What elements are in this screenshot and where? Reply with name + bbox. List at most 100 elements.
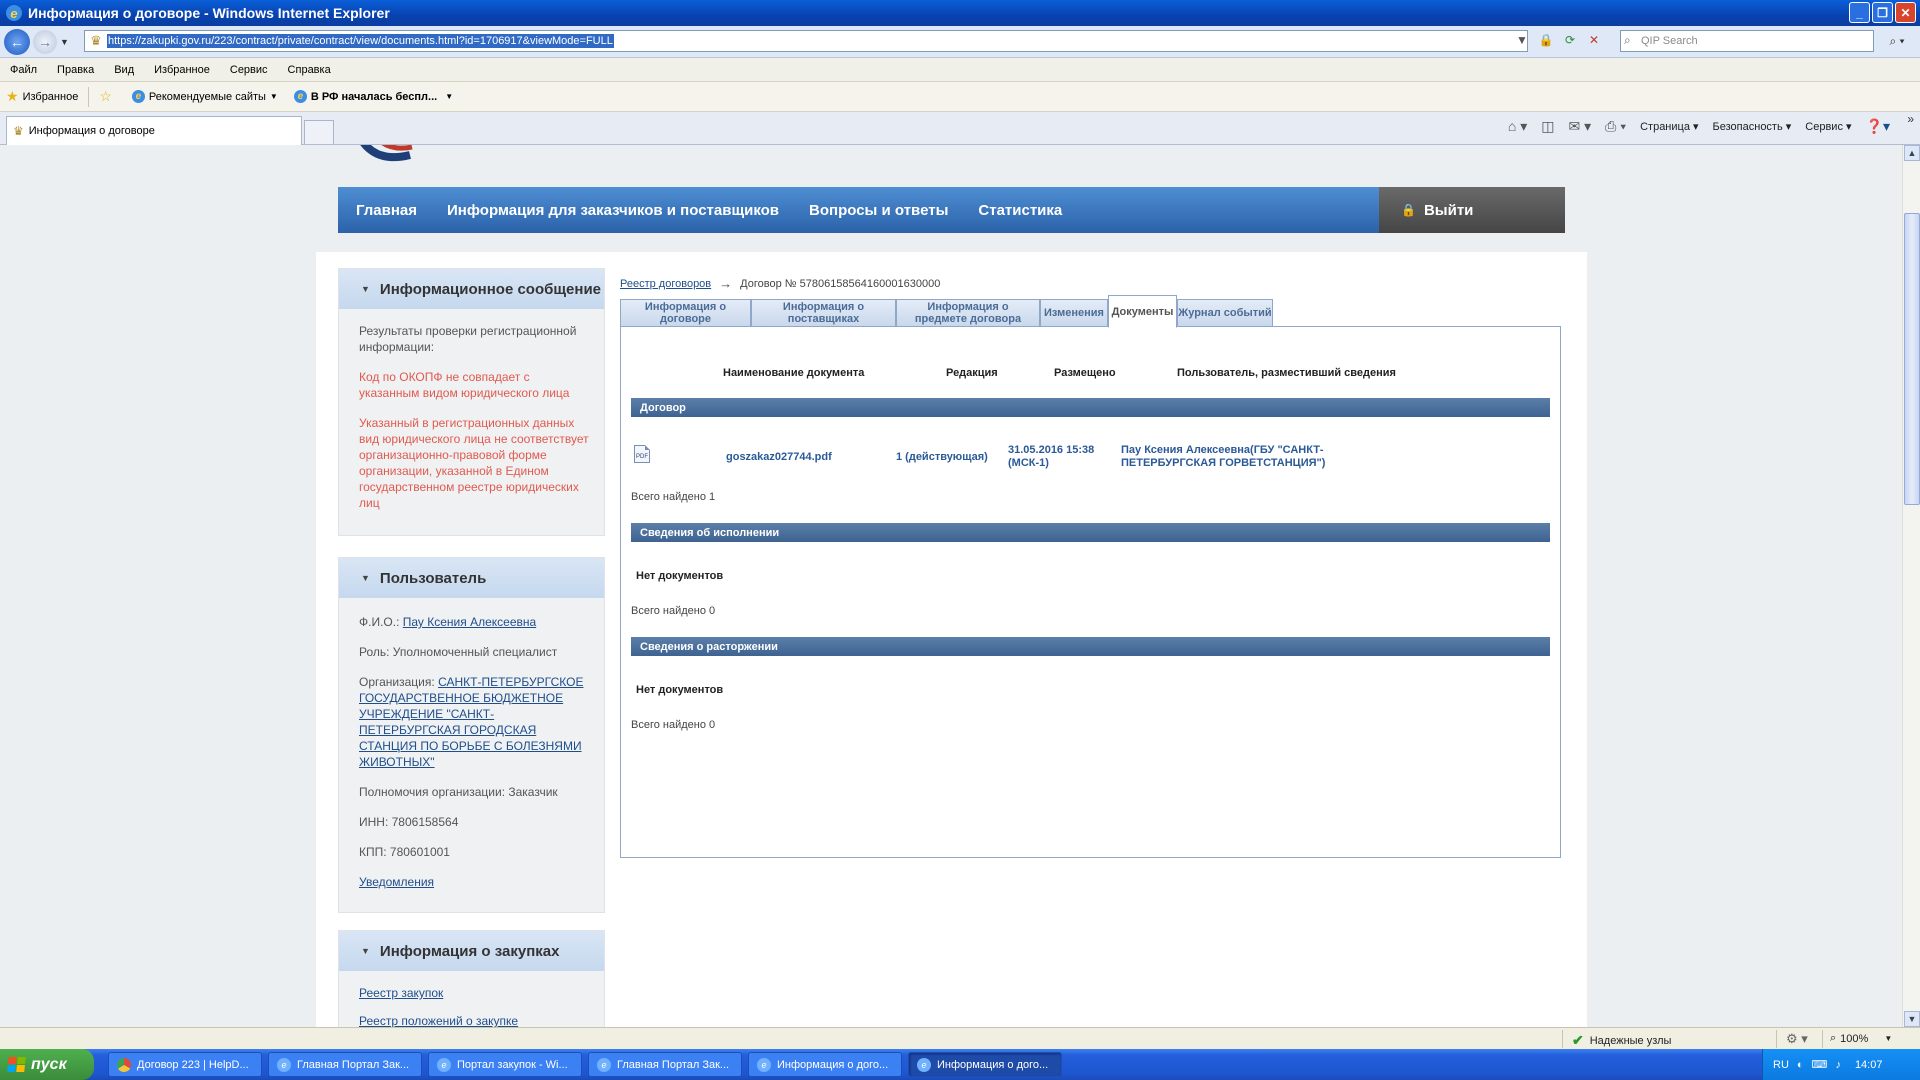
stop-icon[interactable]: ✕ (1584, 30, 1604, 50)
termination-total: Всего найдено 0 (631, 719, 716, 731)
close-button[interactable]: ✕ (1895, 2, 1916, 23)
document-file-link[interactable]: goszakaz027744.pdf (726, 451, 832, 464)
notifications-link[interactable]: Уведомления (359, 875, 434, 889)
lock-icon[interactable]: 🔒 (1536, 30, 1556, 50)
scroll-thumb[interactable] (1904, 213, 1920, 505)
history-dropdown-icon[interactable]: ▼ (60, 37, 69, 47)
menu-edit[interactable]: Правка (57, 64, 94, 76)
page-viewport: Главная Информация для заказчиков и пост… (0, 145, 1902, 1027)
more-tools-icon[interactable]: » (1907, 112, 1914, 126)
purchase-regulations-link[interactable]: Реестр положений о закупке (359, 1014, 518, 1027)
refresh-icon[interactable]: ⟳ (1560, 30, 1580, 50)
windows-taskbar: пуск Договор 223 | HelpD... e Главная Пор… (0, 1049, 1920, 1080)
tab-documents[interactable]: Документы (1108, 295, 1177, 328)
address-dropdown-icon[interactable]: ▼ (1512, 30, 1532, 50)
tab-event-log[interactable]: Журнал событий (1177, 299, 1273, 327)
info-message-header[interactable]: ▼ Информационное сообщение (339, 269, 604, 309)
menu-tools[interactable]: Сервис (230, 64, 268, 76)
recommended-sites-link[interactable]: e Рекомендуемые сайты ▼ (131, 90, 278, 103)
help-icon[interactable]: ❓▾ (1866, 118, 1890, 135)
document-user: Пау Ксения Алексеевна(ГБУ "САНКТ-ПЕТЕРБУ… (1121, 444, 1326, 469)
status-divider (1562, 1030, 1563, 1048)
url-text[interactable]: https://zakupki.gov.ru/223/contract/priv… (107, 34, 614, 48)
protected-mode-icon[interactable]: ⚙ ▾ (1786, 1031, 1808, 1047)
user-name-link[interactable]: Пау Ксения Алексеевна (403, 615, 536, 629)
tray-volume-icon[interactable]: ♪ (1835, 1059, 1841, 1071)
user-panel-header[interactable]: ▼ Пользователь (339, 558, 604, 598)
nav-home[interactable]: Главная (356, 202, 417, 219)
mail-icon[interactable]: ✉ ▾ (1568, 118, 1591, 135)
start-button[interactable]: пуск (0, 1049, 94, 1080)
menu-view[interactable]: Вид (114, 64, 134, 76)
print-icon[interactable]: ⎙ ▾ (1605, 118, 1626, 135)
check-icon: ✔ (1572, 1032, 1584, 1048)
favorites-divider (88, 86, 90, 107)
news-feed-link[interactable]: e В РФ началась беспл... ▼ (293, 90, 454, 103)
menu-bar: Файл Правка Вид Избранное Сервис Справка (0, 58, 1920, 82)
taskbar-item-helpdesk[interactable]: Договор 223 | HelpD... (108, 1052, 262, 1077)
vertical-scrollbar[interactable]: ▲ ▼ (1902, 145, 1920, 1027)
taskbar-item-portal-3[interactable]: e Главная Портал Зак... (588, 1052, 742, 1077)
minimize-button[interactable]: _ (1849, 2, 1870, 23)
menu-file[interactable]: Файл (10, 64, 37, 76)
command-bar: ⌂ ▾ ◫ ✉ ▾ ⎙ ▾ Страница ▾ Безопасность ▾ … (1508, 118, 1890, 135)
language-indicator[interactable]: RU (1773, 1059, 1789, 1071)
taskbar-item-contract-1[interactable]: e Информация о дого... (748, 1052, 902, 1077)
new-tab-button[interactable] (304, 120, 334, 144)
forward-button[interactable]: → (33, 29, 57, 54)
ie-icon: e (757, 1057, 771, 1072)
security-menu[interactable]: Безопасность ▾ (1713, 120, 1792, 133)
page-menu[interactable]: Страница ▾ (1640, 120, 1698, 133)
organization-link[interactable]: САНКТ-ПЕТЕРБУРГСКОЕ ГОСУДАРСТВЕННОЕ БЮДЖ… (359, 675, 583, 769)
address-input[interactable]: ♛ https://zakupki.gov.ru/223/contract/pr… (84, 30, 1528, 52)
search-input[interactable]: ⌕ QIP Search (1620, 30, 1874, 52)
tab-changes[interactable]: Изменения (1040, 299, 1108, 327)
service-menu[interactable]: Сервис ▾ (1805, 120, 1851, 133)
favorites-button[interactable]: ★ Избранное (6, 88, 78, 105)
breadcrumb-contracts-link[interactable]: Реестр договоров (620, 278, 711, 290)
browser-tab-bar: ♛ Информация о договоре ⌂ ▾ ◫ ✉ ▾ ⎙ ▾ Ст… (0, 112, 1920, 145)
tab-subject[interactable]: Информация о предмете договора (896, 299, 1040, 327)
menu-help[interactable]: Справка (288, 64, 331, 76)
page-menu-label: Страница (1640, 121, 1690, 133)
nav-faq[interactable]: Вопросы и ответы (809, 202, 948, 219)
scroll-down-icon[interactable]: ▼ (1904, 1011, 1920, 1027)
taskbar-item-contract-2[interactable]: e Информация о дого... (908, 1052, 1062, 1077)
site-crest-icon: ♛ (90, 33, 102, 48)
chevron-down-icon: ▼ (445, 92, 454, 101)
search-go-button[interactable]: ⌕ ▾ (1880, 30, 1914, 52)
nav-info-customers[interactable]: Информация для заказчиков и поставщиков (447, 202, 779, 219)
taskbar-item-portal-1[interactable]: e Главная Портал Зак... (268, 1052, 422, 1077)
security-zone-label: Надежные узлы (1589, 1034, 1672, 1047)
security-zone[interactable]: ✔ Надежные узлы (1572, 1032, 1671, 1049)
taskbar-item-portal-2[interactable]: e Портал закупок - Wi... (428, 1052, 582, 1077)
clock[interactable]: 14:07 (1855, 1059, 1883, 1071)
feeds-icon[interactable]: ◫ (1541, 118, 1554, 135)
back-button[interactable]: ← (4, 28, 30, 55)
restore-button[interactable]: ❐ (1872, 2, 1893, 23)
tray-app-icon[interactable]: ◐ (1797, 1059, 1804, 1071)
taskbar-item-label: Информация о дого... (777, 1058, 889, 1071)
taskbar-item-label: Главная Портал Зак... (617, 1058, 730, 1071)
tab-suppliers[interactable]: Информация о поставщиках (751, 299, 896, 327)
org-kpp: КПП: 780601001 (359, 845, 450, 859)
purchase-registry-link[interactable]: Реестр закупок (359, 986, 443, 1000)
window-title-bar[interactable]: e Информация о договоре - Windows Intern… (0, 0, 1920, 26)
address-toolbar: ← → ▼ ♛ https://zakupki.gov.ru/223/contr… (0, 26, 1920, 58)
status-divider (1822, 1030, 1823, 1048)
logout-button[interactable]: 🔒 Выйти (1379, 187, 1565, 233)
header-edition: Редакция (946, 367, 998, 379)
pdf-file-icon[interactable]: PDF (634, 445, 650, 463)
nav-statistics[interactable]: Статистика (978, 202, 1062, 219)
home-icon[interactable]: ⌂ ▾ (1508, 118, 1527, 135)
scroll-up-icon[interactable]: ▲ (1904, 145, 1920, 161)
add-favorite-button[interactable]: ☆ (99, 88, 116, 105)
taskbar-item-label: Портал закупок - Wi... (457, 1058, 568, 1071)
menu-favorites[interactable]: Избранное (154, 64, 210, 76)
content-area: ▼ Информационное сообщение Результаты пр… (316, 252, 1587, 1027)
purchase-info-header[interactable]: ▼ Информация о закупках (339, 931, 604, 971)
zoom-control[interactable]: ⌕ 100% ▼ (1830, 1032, 1892, 1045)
tab-contract-info[interactable]: Информация о договоре (620, 299, 751, 327)
tray-network-icon[interactable]: ⌨ (1812, 1058, 1828, 1071)
browser-tab-active[interactable]: ♛ Информация о договоре (6, 116, 302, 145)
